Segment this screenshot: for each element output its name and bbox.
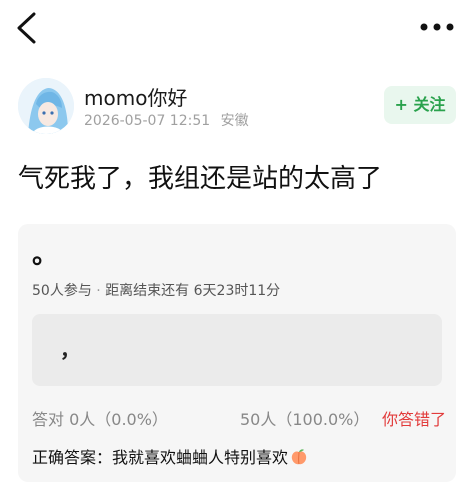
quiz-question: 。 (32, 240, 59, 270)
quiz-option-text: ， (60, 338, 80, 362)
avatar-image (18, 78, 74, 134)
avatar[interactable] (18, 78, 74, 134)
post-location: 安徽 (220, 113, 249, 129)
result-label: 你答错了 (381, 410, 446, 429)
more-dots-icon[interactable] (420, 20, 454, 34)
top-bar (0, 0, 476, 56)
chevron-left-icon[interactable] (14, 12, 40, 44)
correct-stat: 答对 0人（0.0%） (32, 410, 168, 429)
quiz-card: 。 50人参与 · 距离结束还有 6天23时11分 ， 答对 0人（0.0%） … (18, 224, 456, 482)
quiz-stats: 答对 0人（0.0%） 50人（100.0%） 你答错了 (32, 406, 446, 430)
peach-icon (291, 449, 307, 465)
info-separator: · (96, 283, 101, 299)
participant-count: 50人参与 (32, 283, 92, 299)
author-header: momo你好 2026-05-07 12:51 安徽 + 关注 (0, 74, 476, 140)
post-title: 气死我了，我组还是站的太高了 (18, 164, 383, 194)
follow-button[interactable]: + 关注 (384, 86, 456, 124)
post-timestamp: 2026-05-07 12:51 (84, 113, 211, 129)
answer-text: 正确答案：我就喜欢蛐蛐人特别喜欢 (32, 448, 289, 467)
quiz-info: 50人参与 · 距离结束还有 6天23时11分 (32, 280, 280, 300)
correct-answer: 正确答案：我就喜欢蛐蛐人特别喜欢 (32, 444, 308, 468)
time-remaining: 距离结束还有 6天23时11分 (105, 283, 281, 299)
wrong-stat: 50人（100.0%） (240, 410, 370, 429)
quiz-option[interactable]: ， (32, 314, 442, 386)
post-meta: 2026-05-07 12:51 安徽 (84, 110, 249, 130)
author-name[interactable]: momo你好 (84, 82, 187, 111)
